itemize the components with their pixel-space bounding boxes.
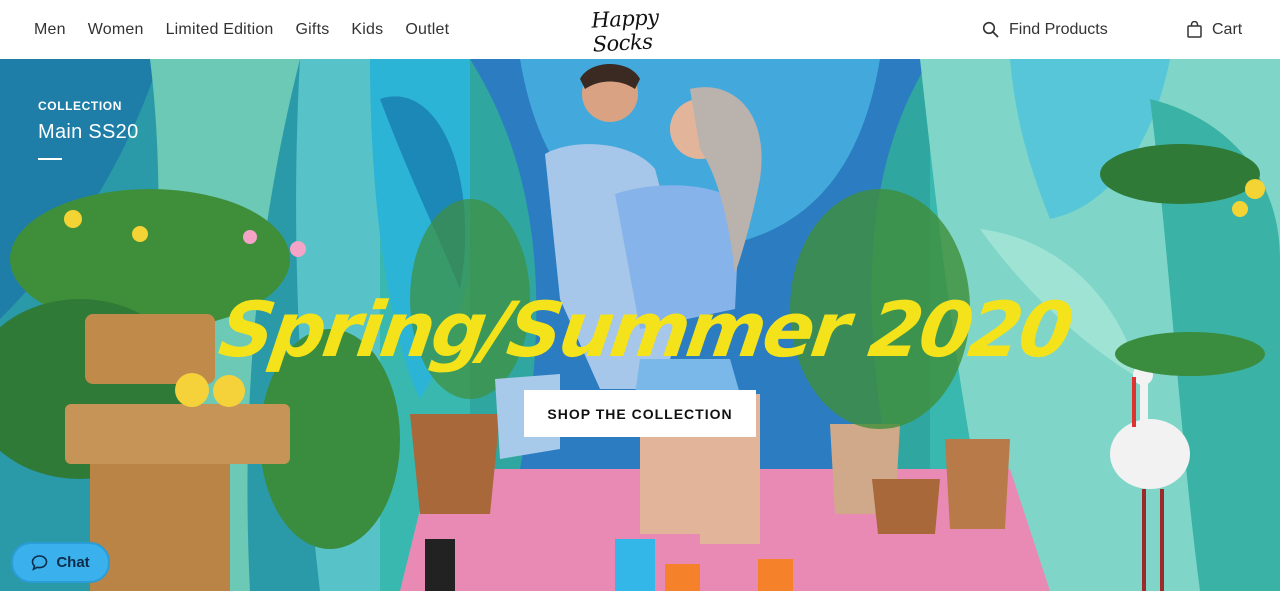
nav-limited-edition[interactable]: Limited Edition [166, 21, 274, 39]
nav-women[interactable]: Women [88, 21, 144, 39]
find-products-button[interactable]: Find Products [982, 0, 1108, 59]
nav-men[interactable]: Men [34, 21, 66, 39]
find-products-label: Find Products [1009, 20, 1108, 38]
collection-label[interactable]: COLLECTION Main SS20 [38, 99, 139, 160]
search-icon [982, 21, 999, 38]
collection-kicker: COLLECTION [38, 99, 122, 113]
nav-gifts[interactable]: Gifts [296, 21, 330, 39]
site-header: Men Women Limited Edition Gifts Kids Out… [0, 0, 1280, 59]
happy-socks-logo[interactable]: Happy Socks [591, 5, 693, 56]
chat-label: Chat [56, 554, 90, 571]
main-nav: Men Women Limited Edition Gifts Kids Out… [34, 0, 449, 59]
cart-icon [1187, 21, 1202, 38]
nav-outlet[interactable]: Outlet [405, 21, 449, 39]
cart-label: Cart [1212, 20, 1243, 38]
shop-the-collection-button[interactable]: SHOP THE COLLECTION [524, 390, 756, 437]
chat-icon [32, 555, 48, 571]
nav-kids[interactable]: Kids [351, 21, 383, 39]
collection-underline [38, 158, 62, 160]
collection-name: Main SS20 [38, 121, 139, 143]
cart-button[interactable]: Cart [1186, 0, 1242, 59]
hero-headline: Spring/Summer 2020 [214, 285, 1076, 374]
hero-banner[interactable]: COLLECTION Main SS20 Spring/Summer 2020 … [0, 59, 1280, 591]
chat-button[interactable]: Chat [11, 542, 110, 583]
